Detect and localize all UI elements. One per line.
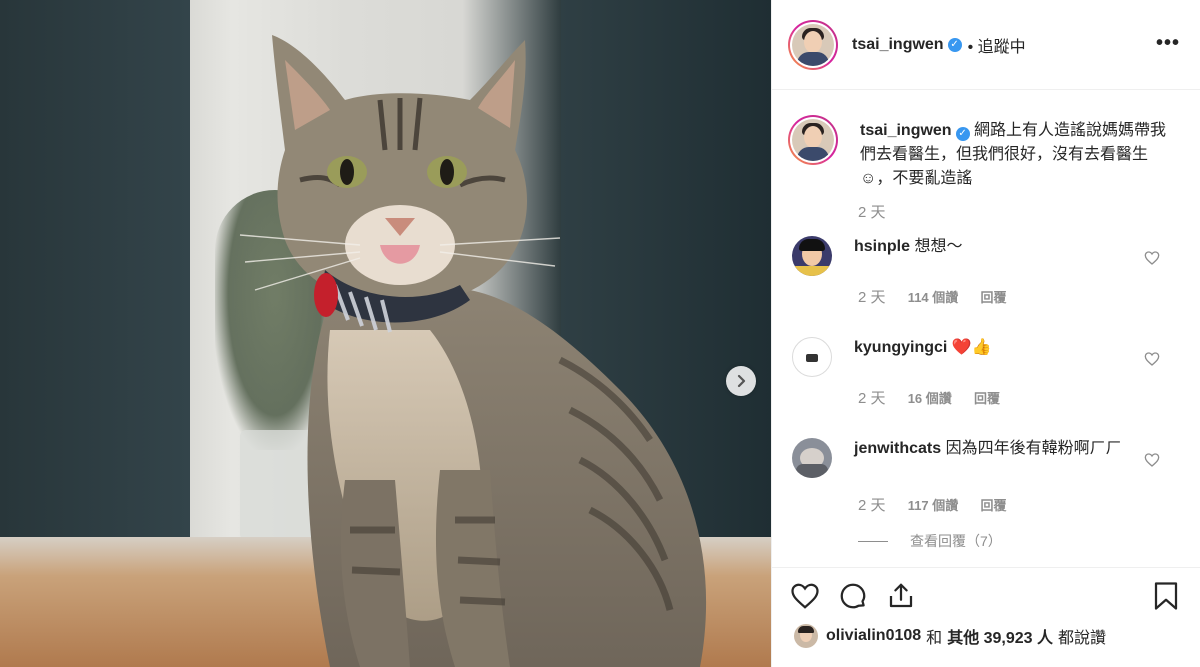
verified-badge-icon: ✓ <box>955 127 970 141</box>
likes-summary: olivialin0108 和 其他 39,923 人 都說讚 <box>794 624 1106 648</box>
likes-others-count[interactable]: 其他 39,923 人 <box>947 624 1053 648</box>
commenter-avatar[interactable] <box>792 438 832 478</box>
share-button[interactable] <box>886 581 916 611</box>
reply-button[interactable]: 回覆 <box>974 391 1000 406</box>
next-photo-button[interactable] <box>726 366 756 396</box>
view-replies-button[interactable]: 查看回覆（7） <box>858 531 1184 551</box>
like-comment-heart-icon[interactable] <box>1144 250 1160 266</box>
comment-username[interactable]: hsinple <box>854 238 910 255</box>
comment-text: 想想～ <box>914 238 963 255</box>
verified-badge-icon: ✓ <box>947 37 962 52</box>
comment-button[interactable] <box>838 581 868 611</box>
comment-item: kyungyingci ❤️👍 2 天 16 個讚 回覆 <box>788 337 1184 408</box>
reply-button[interactable]: 回覆 <box>980 498 1006 513</box>
share-icon <box>889 583 913 607</box>
likes-suffix: 都說讚 <box>1058 630 1107 647</box>
comments-list[interactable]: tsai_ingwen ✓ 網路上有人造謠說媽媽帶我們去看醫生，但我們很好，沒有去… <box>772 91 1200 561</box>
comment-timestamp[interactable]: 2 天 <box>858 289 886 306</box>
comment-timestamp[interactable]: 2 天 <box>858 390 886 407</box>
heart-icon <box>791 583 819 609</box>
likes-connector: 和 <box>926 630 943 647</box>
author-username[interactable]: tsai_ingwen <box>852 36 944 54</box>
bookmark-icon <box>1154 582 1178 610</box>
like-button[interactable] <box>790 581 820 611</box>
post-photo[interactable] <box>0 0 771 667</box>
commenter-avatar[interactable] <box>792 337 832 377</box>
following-status[interactable]: • 追蹤中 <box>968 33 1026 57</box>
comment-timestamp[interactable]: 2 天 <box>858 497 886 514</box>
post-header: tsai_ingwen ✓ • 追蹤中 ••• <box>772 0 1200 90</box>
comment-likes[interactable]: 16 個讚 <box>908 391 952 406</box>
view-replies-label: 查看回覆（7） <box>910 533 1002 549</box>
comment-likes[interactable]: 117 個讚 <box>908 498 959 513</box>
post-sidebar: tsai_ingwen ✓ • 追蹤中 ••• tsai_ingwen ✓ 網路上… <box>771 0 1200 667</box>
author-avatar[interactable] <box>788 115 838 165</box>
tabby-cat-image <box>239 35 707 667</box>
comment-text: 因為四年後有韓粉啊ㄏㄏ <box>945 440 1122 457</box>
save-button[interactable] <box>1152 581 1180 616</box>
reply-button[interactable]: 回覆 <box>980 290 1006 305</box>
chevron-right-icon <box>737 374 746 388</box>
like-comment-heart-icon[interactable] <box>1144 452 1160 468</box>
comment-likes[interactable]: 114 個讚 <box>908 290 959 305</box>
comment-item: hsinple 想想～ 2 天 114 個讚 回覆 <box>788 236 1184 307</box>
caption-timestamp[interactable]: 2 天 <box>858 204 886 221</box>
comment-username[interactable]: jenwithcats <box>854 440 941 457</box>
more-options-button[interactable]: ••• <box>1156 32 1180 55</box>
comment-text: ❤️👍 <box>951 339 992 356</box>
commenter-avatar[interactable] <box>792 236 832 276</box>
post-caption: tsai_ingwen ✓ 網路上有人造謠說媽媽帶我們去看醫生，但我們很好，沒有去… <box>788 115 1184 191</box>
comment-item: jenwithcats 因為四年後有韓粉啊ㄏㄏ 2 天 117 個讚 回覆 查看… <box>788 438 1184 551</box>
caption-username[interactable]: tsai_ingwen <box>860 122 952 139</box>
liker-username[interactable]: olivialin0108 <box>826 627 921 645</box>
like-comment-heart-icon[interactable] <box>1144 351 1160 367</box>
post-actions-bar <box>772 567 1200 623</box>
comment-username[interactable]: kyungyingci <box>854 339 947 356</box>
liker-avatar[interactable] <box>794 624 818 648</box>
comment-bubble-icon <box>840 583 866 608</box>
author-avatar[interactable] <box>788 19 838 70</box>
replies-divider <box>858 540 888 542</box>
